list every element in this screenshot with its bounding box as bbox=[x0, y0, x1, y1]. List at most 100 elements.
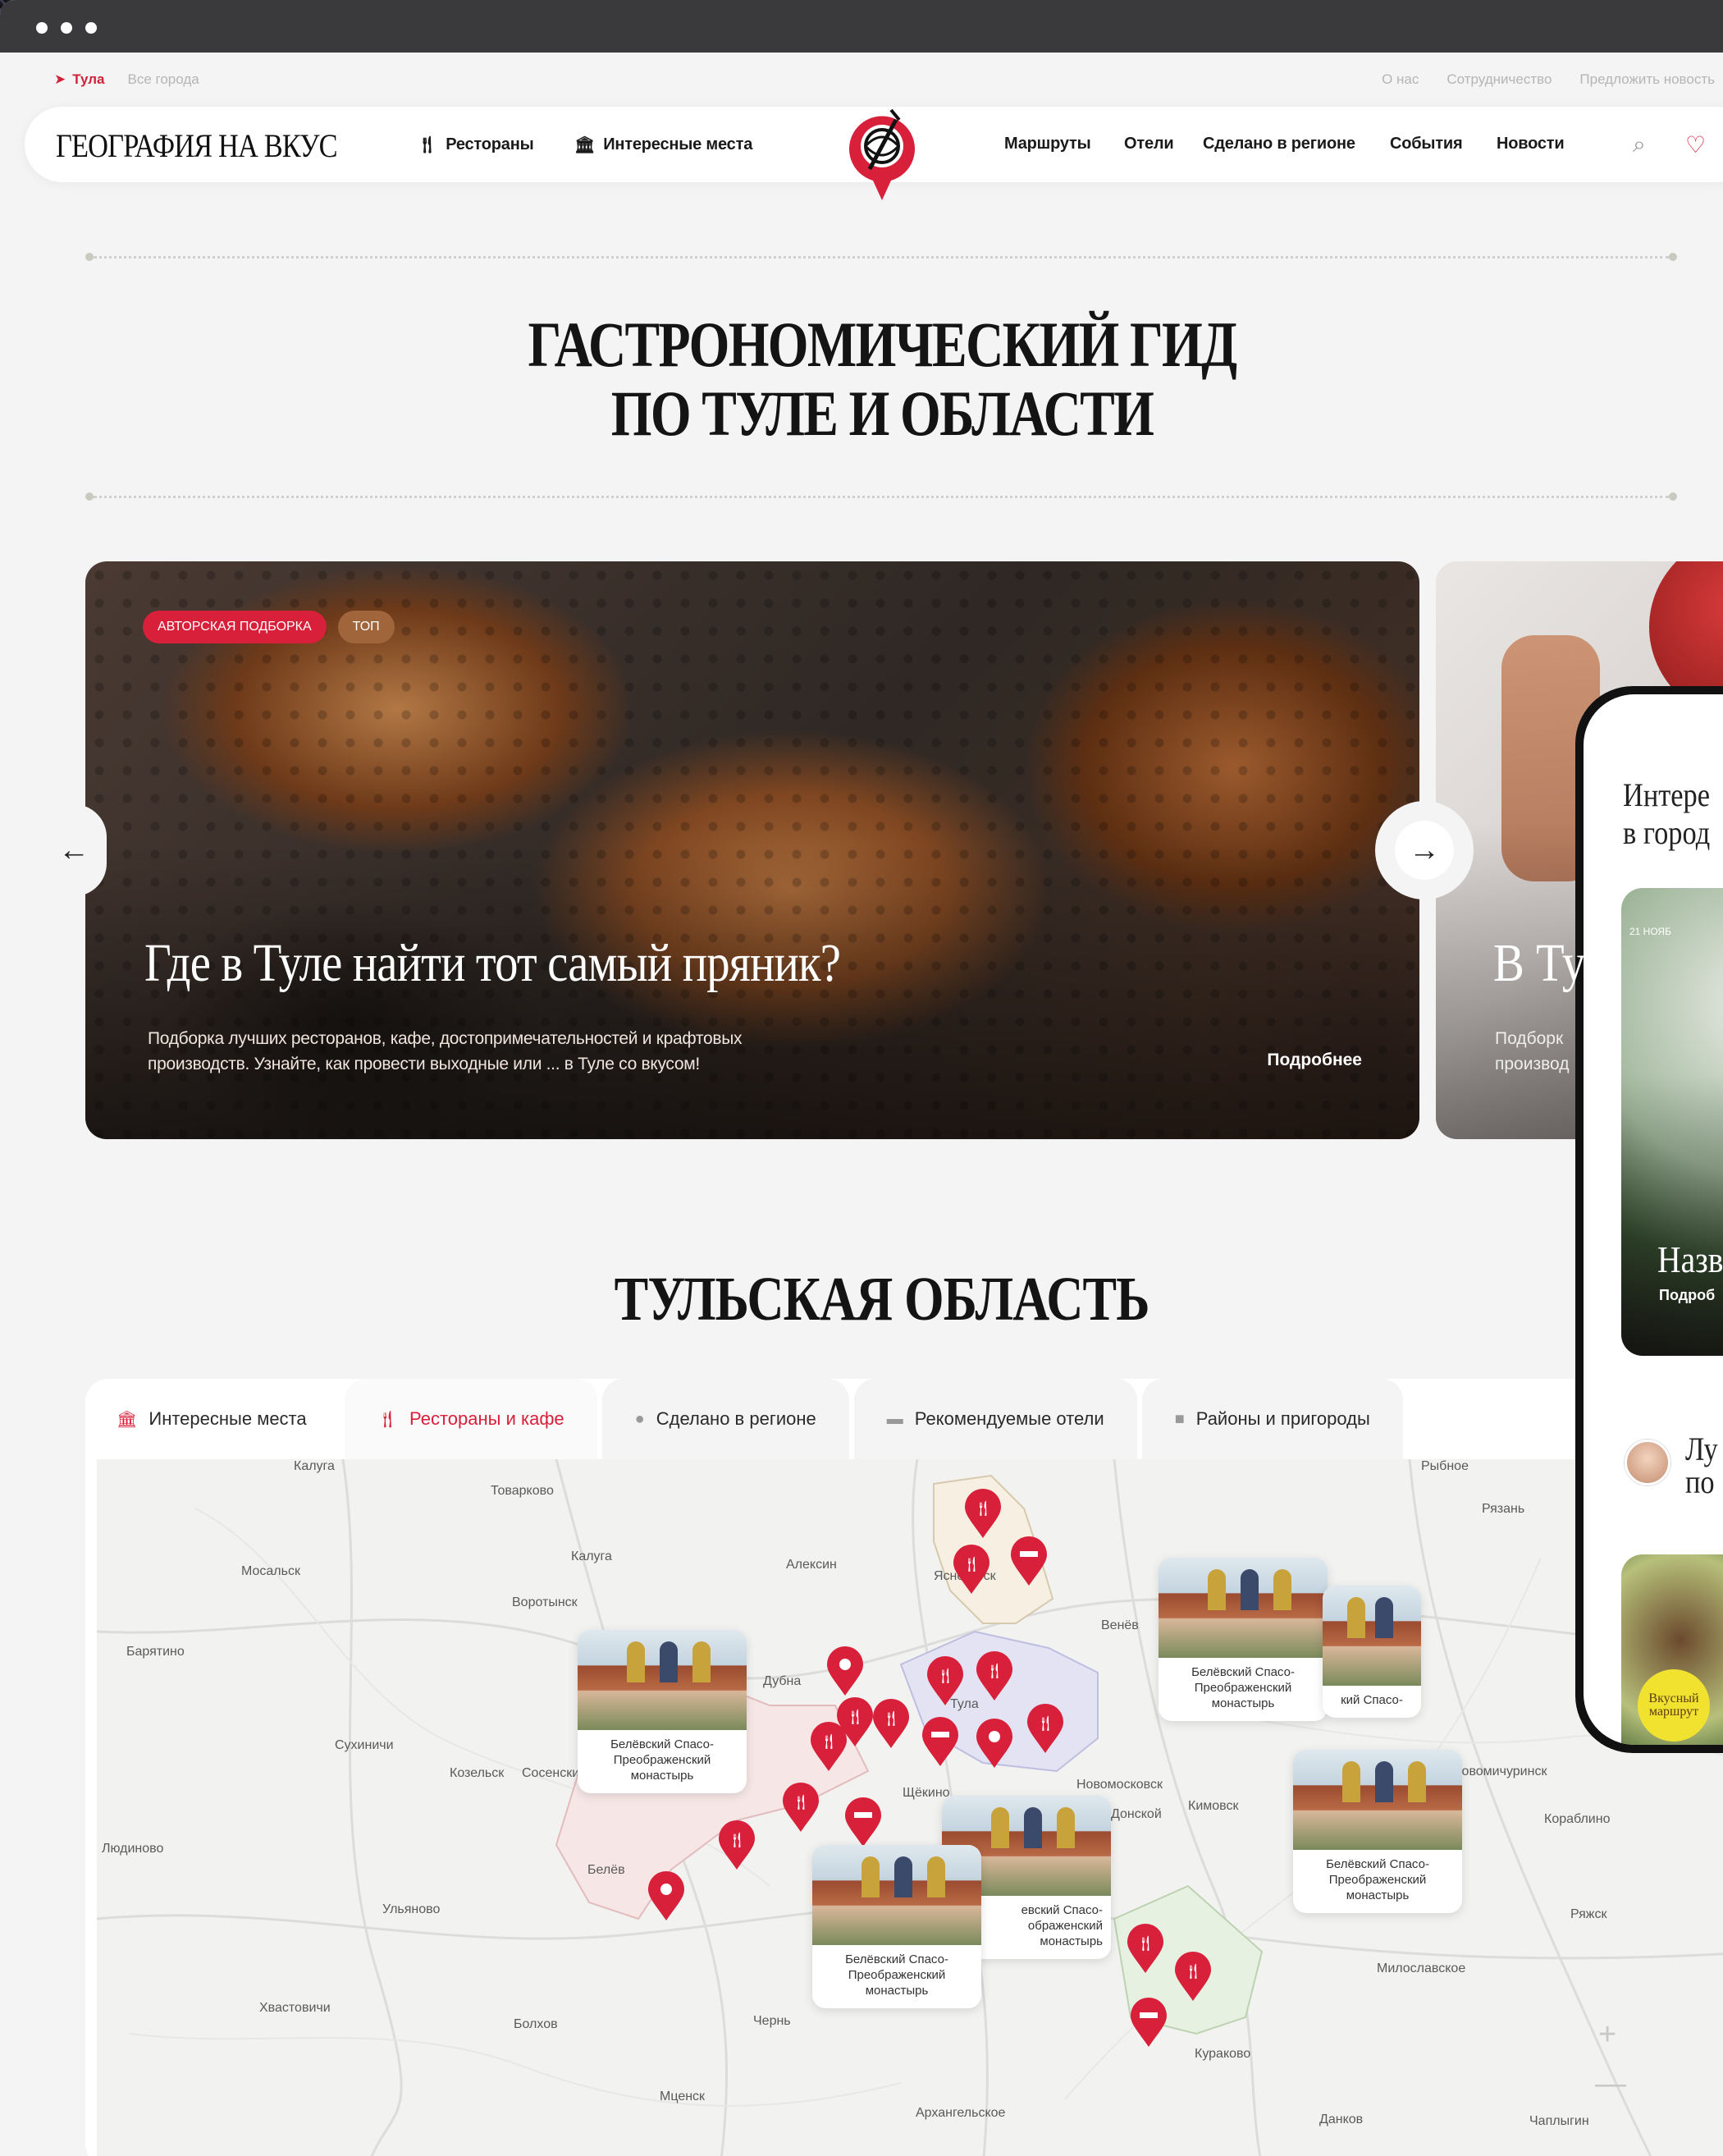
map-label: Милославское bbox=[1377, 1961, 1466, 1975]
city-name: Тула bbox=[72, 71, 105, 87]
mobile-card-image[interactable] bbox=[1621, 888, 1723, 1356]
tab-districts-suburbs[interactable]: ■ Районы и пригороды bbox=[1141, 1379, 1403, 1459]
map-pin-place[interactable] bbox=[825, 1646, 865, 1697]
map-place-card[interactable]: кий Спасо- bbox=[1323, 1586, 1421, 1718]
svg-text:🍴︎: 🍴︎ bbox=[1184, 1963, 1203, 1980]
map-label: Чернь bbox=[753, 2014, 791, 2028]
map-label: Алексин bbox=[786, 1558, 837, 1572]
map-label: Хвастовичи bbox=[259, 2001, 331, 2015]
slider-next-button[interactable]: → bbox=[1375, 801, 1474, 899]
map-pin-place[interactable] bbox=[647, 1871, 686, 1922]
fork-knife-icon: 🍴︎ bbox=[377, 1410, 399, 1429]
place-photo bbox=[578, 1630, 747, 1730]
search-icon[interactable]: ⌕ bbox=[1633, 131, 1646, 158]
map-label: Новомичуринск bbox=[1452, 1765, 1547, 1778]
map-label: Сухиничи bbox=[335, 1738, 394, 1752]
suggest-news-link[interactable]: Предложить новость bbox=[1579, 71, 1715, 88]
badge-top[interactable]: ТОП bbox=[337, 611, 395, 643]
map-pin-restaurant[interactable]: 🍴︎ bbox=[781, 1783, 820, 1833]
map-label: Белёв bbox=[587, 1863, 625, 1877]
map-label: Людиново bbox=[102, 1842, 164, 1856]
map-pin-restaurant[interactable]: 🍴︎ bbox=[809, 1722, 848, 1773]
fork-knife-icon: 🍴︎ bbox=[417, 136, 438, 154]
nav-interesting-places[interactable]: 🏛︎ Интересные места bbox=[574, 135, 752, 155]
map-place-card[interactable]: Белёвский Спасо- Преображенский монастырь bbox=[1159, 1558, 1328, 1721]
map-label: Ульяново bbox=[382, 1902, 441, 1916]
badge-author-selection[interactable]: АВТОРСКАЯ ПОДБОРКА bbox=[143, 611, 327, 643]
tab-label: Рекомендуемые отели bbox=[914, 1408, 1104, 1429]
map-pin-restaurant[interactable]: 🍴︎ bbox=[952, 1545, 991, 1595]
avatar bbox=[1625, 1440, 1670, 1485]
map-zoom-out-button[interactable]: — bbox=[1595, 2067, 1626, 2102]
slide-more-link[interactable]: Подробнее bbox=[1267, 1051, 1362, 1070]
map-zoom-in-button[interactable]: + bbox=[1598, 2017, 1616, 2053]
cooperation-link[interactable]: Сотрудничество bbox=[1446, 71, 1552, 88]
map-pin-restaurant[interactable]: 🍴︎ bbox=[1126, 1924, 1165, 1975]
place-photo bbox=[1323, 1586, 1421, 1686]
region-map[interactable]: Калуга Товарково Мосальск Калуга Алексин… bbox=[97, 1459, 1723, 2156]
map-label: Данков bbox=[1319, 2113, 1364, 2126]
map-label: Рыбное bbox=[1421, 1459, 1469, 1473]
utility-links: О нас Сотрудничество Предложить новость bbox=[1382, 71, 1715, 88]
place-photo bbox=[1159, 1558, 1328, 1658]
map-pin-restaurant[interactable]: 🍴︎ bbox=[871, 1699, 911, 1750]
nav-events[interactable]: События bbox=[1390, 135, 1463, 153]
place-caption: Белёвский Спасо- Преображенский монастырь bbox=[1191, 1665, 1295, 1710]
map-pin-hotel[interactable] bbox=[921, 1717, 960, 1768]
mobile-card-date: 21 НОЯБ bbox=[1629, 926, 1671, 937]
place-photo bbox=[1293, 1750, 1462, 1850]
tab-restaurants-cafes[interactable]: 🍴︎ Рестораны и кафе bbox=[344, 1379, 597, 1459]
city-selector[interactable]: ➤ Тула bbox=[54, 71, 104, 88]
mobile-card-more[interactable]: Подроб bbox=[1659, 1287, 1715, 1304]
map-pin-place[interactable] bbox=[975, 1719, 1014, 1769]
site-logo[interactable] bbox=[837, 95, 927, 210]
map-pin-hotel[interactable] bbox=[843, 1797, 883, 1848]
about-link[interactable]: О нас bbox=[1382, 71, 1419, 88]
nav-news[interactable]: Новости bbox=[1497, 135, 1565, 153]
map-place-card[interactable]: Белёвский Спасо- Преображенский монастырь bbox=[812, 1845, 981, 2008]
decorative-divider bbox=[85, 253, 1677, 261]
nav-hotels[interactable]: Отели bbox=[1124, 135, 1174, 153]
map-pin-restaurant[interactable]: 🍴︎ bbox=[1173, 1952, 1213, 2003]
map-pin-restaurant[interactable]: 🍴︎ bbox=[1026, 1704, 1065, 1755]
svg-text:🍴︎: 🍴︎ bbox=[936, 1668, 955, 1685]
map-pin-restaurant[interactable]: 🍴︎ bbox=[717, 1820, 756, 1871]
brand-name[interactable]: ГЕОГРАФИЯ НА ВКУС bbox=[56, 126, 338, 165]
landmark-icon: 🏛︎ bbox=[574, 136, 596, 154]
window-titlebar bbox=[0, 0, 1723, 53]
bed-icon: ▬ bbox=[886, 1409, 903, 1428]
map-label: Кураково bbox=[1195, 2047, 1251, 2061]
slide-title[interactable]: Где в Туле найти тот самый пряник? bbox=[144, 932, 841, 995]
slider-prev-button[interactable]: ← bbox=[41, 804, 107, 896]
tab-interesting-places[interactable]: 🏛︎ Интересные места bbox=[85, 1379, 340, 1459]
nav-made-in-region[interactable]: Сделано в регионе bbox=[1203, 135, 1355, 153]
next-slide-title: В Ту bbox=[1493, 933, 1586, 993]
nav-routes[interactable]: Маршруты bbox=[1004, 135, 1091, 153]
page-title: ГАСТРОНОМИЧЕСКИЙ ГИД ПО ТУЛЕ И ОБЛАСТИ bbox=[0, 310, 1723, 448]
map-label: Калуга bbox=[294, 1459, 335, 1473]
slide-description: Подборка лучших ресторанов, кафе, достоп… bbox=[148, 1026, 886, 1077]
window-minimize-dot[interactable] bbox=[61, 22, 72, 34]
map-pin-hotel[interactable] bbox=[1129, 1998, 1168, 2048]
map-pin-restaurant[interactable]: 🍴︎ bbox=[975, 1651, 1014, 1702]
tab-label: Районы и пригороды bbox=[1195, 1408, 1370, 1429]
map-place-card[interactable]: Белёвский Спасо- Преображенский монастырь bbox=[578, 1630, 747, 1793]
place-caption: Белёвский Спасо- Преображенский монастырь bbox=[610, 1737, 714, 1783]
tab-made-in-region[interactable]: ● Сделано в регионе bbox=[601, 1379, 849, 1459]
map-place-card[interactable]: Белёвский Спасо- Преображенский монастырь bbox=[1293, 1750, 1462, 1913]
all-cities-link[interactable]: Все города bbox=[127, 71, 199, 88]
favorites-heart-icon[interactable]: ♡ bbox=[1685, 131, 1706, 158]
featured-slide[interactable]: АВТОРСКАЯ ПОДБОРКА ТОП Где в Туле найти … bbox=[85, 561, 1419, 1139]
map-label: Архангельское bbox=[916, 2106, 1006, 2120]
map-label: Чаплыгин bbox=[1529, 2114, 1589, 2128]
window-close-dot[interactable] bbox=[36, 22, 48, 34]
map-label: Калуга bbox=[571, 1549, 612, 1563]
nav-restaurants[interactable]: 🍴︎ Рестораны bbox=[417, 135, 534, 155]
utility-bar: ➤ Тула Все города О нас Сотрудничество П… bbox=[54, 67, 1723, 92]
map-pin-restaurant[interactable]: 🍴︎ bbox=[963, 1489, 1003, 1540]
map-pin-hotel[interactable] bbox=[1009, 1536, 1049, 1587]
tab-recommended-hotels[interactable]: ▬ Рекомендуемые отели bbox=[853, 1379, 1137, 1459]
window-maximize-dot[interactable] bbox=[85, 22, 97, 34]
svg-text:🍴︎: 🍴︎ bbox=[1136, 1935, 1155, 1952]
map-pin-restaurant[interactable]: 🍴︎ bbox=[925, 1656, 965, 1707]
